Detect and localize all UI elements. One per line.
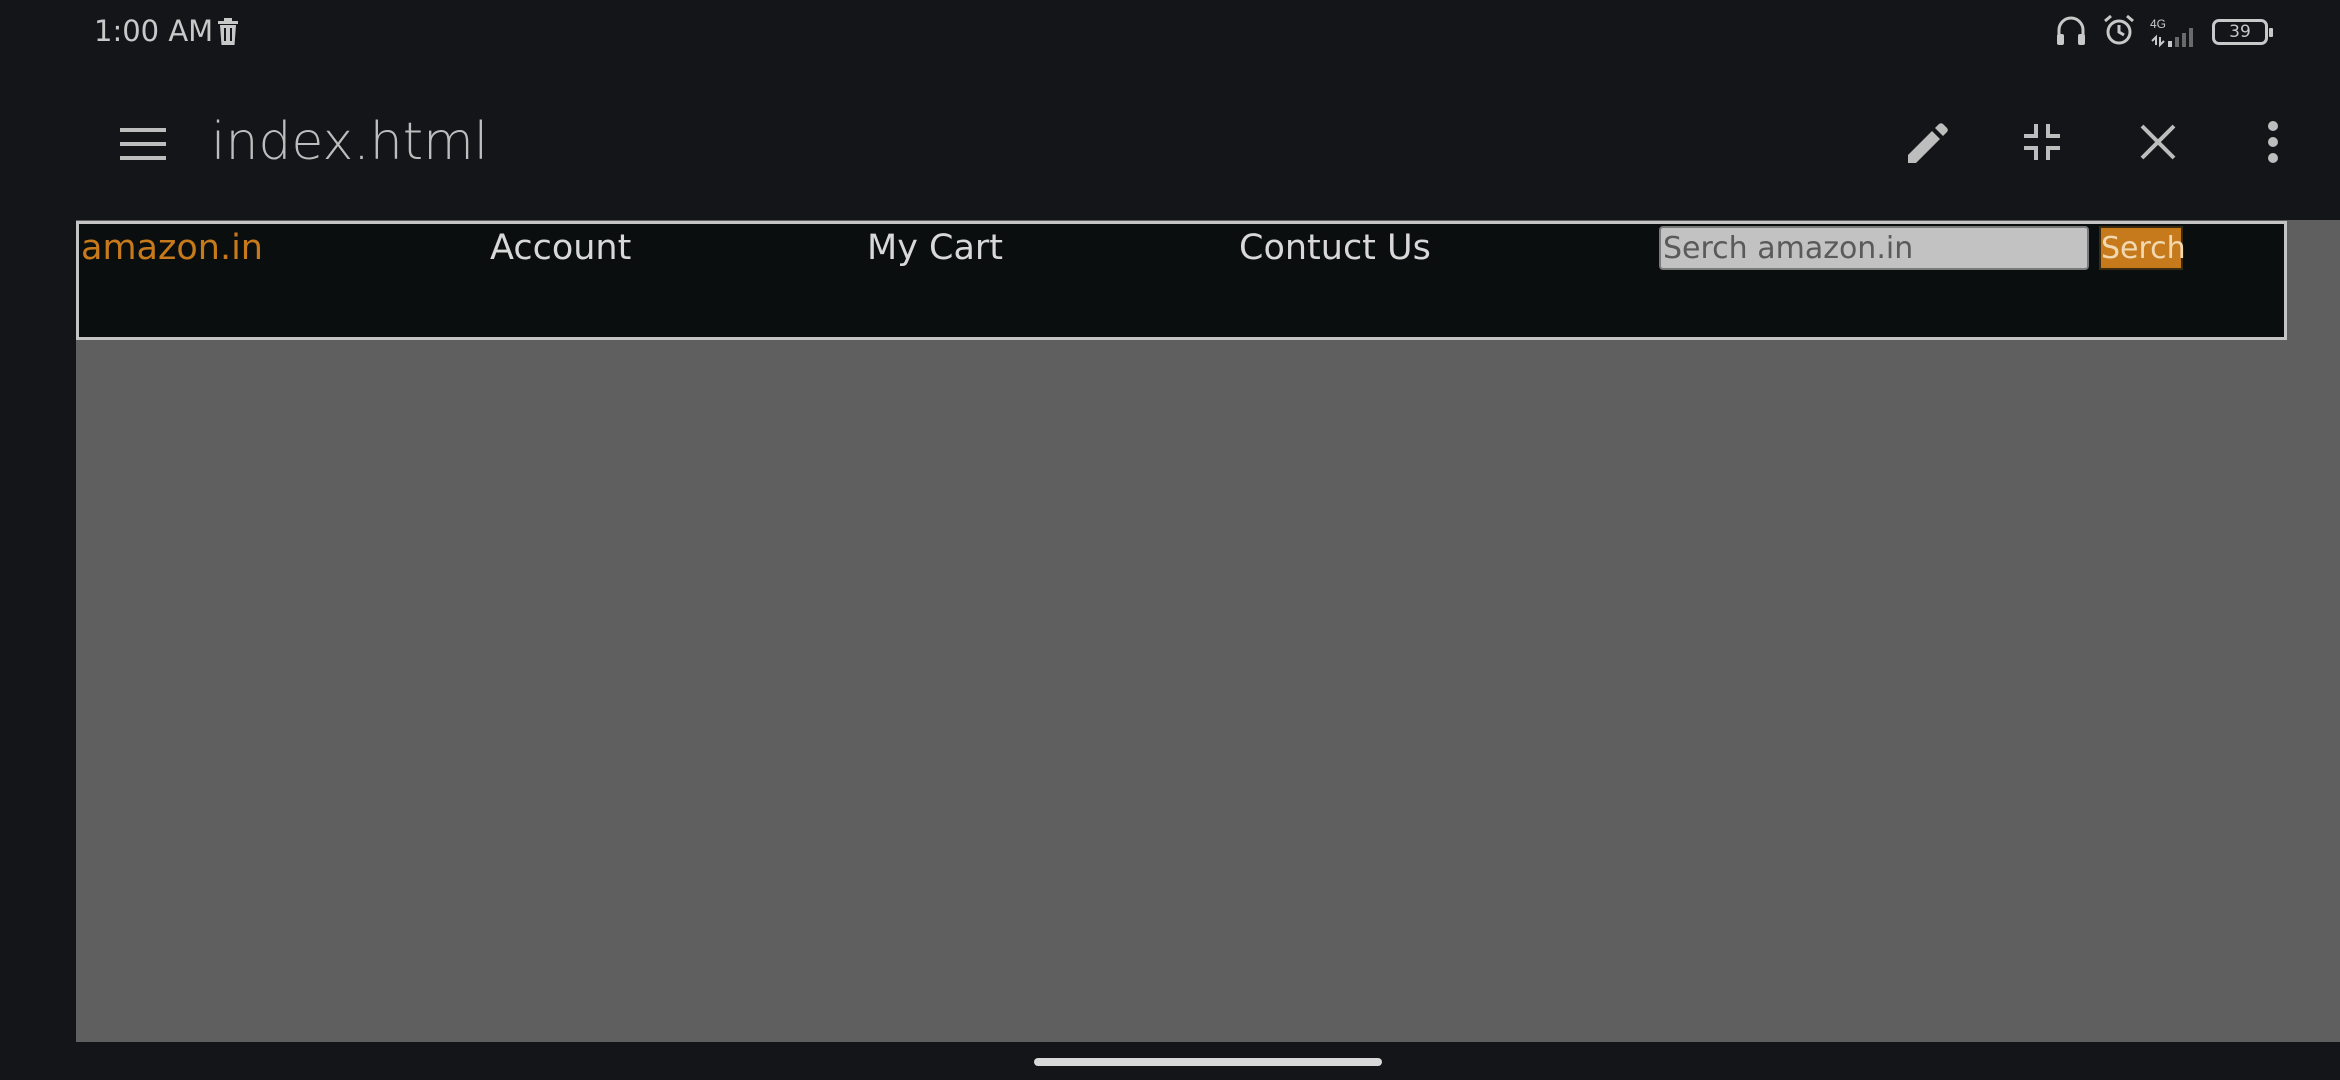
edit-icon[interactable] <box>1899 114 1955 170</box>
signal-icon: 4G <box>2150 15 2198 49</box>
site-logo[interactable]: amazon.in <box>81 228 263 268</box>
gesture-bar[interactable] <box>1034 1058 1382 1066</box>
menu-icon[interactable] <box>120 126 166 162</box>
battery-icon: 39 <box>2212 19 2273 45</box>
web-preview[interactable]: amazon.in Account My Cart Contuct Us Ser… <box>76 220 2340 1042</box>
nav-link-account[interactable]: Account <box>490 228 631 268</box>
status-time: 1:00 AM <box>94 14 214 48</box>
search-input[interactable] <box>1659 226 2089 270</box>
alarm-icon <box>2102 13 2136 52</box>
close-icon[interactable] <box>2130 114 2186 170</box>
headphones-icon <box>2054 13 2088 52</box>
page-title: index.html <box>211 112 489 172</box>
battery-level: 39 <box>2229 22 2251 42</box>
search-button[interactable]: Serch <box>2099 226 2186 270</box>
site-navbar: amazon.in Account My Cart Contuct Us Ser… <box>76 221 2287 340</box>
nav-link-cart[interactable]: My Cart <box>867 228 1003 268</box>
collapse-icon[interactable] <box>2014 114 2070 170</box>
trash-icon <box>216 18 240 46</box>
status-bar: 1:00 AM 4G 39 <box>0 0 2340 64</box>
more-vert-icon[interactable] <box>2245 114 2301 170</box>
app-bar: index.html <box>0 64 2340 220</box>
nav-link-contact[interactable]: Contuct Us <box>1239 228 1431 268</box>
status-icons: 4G 39 <box>2054 12 2273 52</box>
